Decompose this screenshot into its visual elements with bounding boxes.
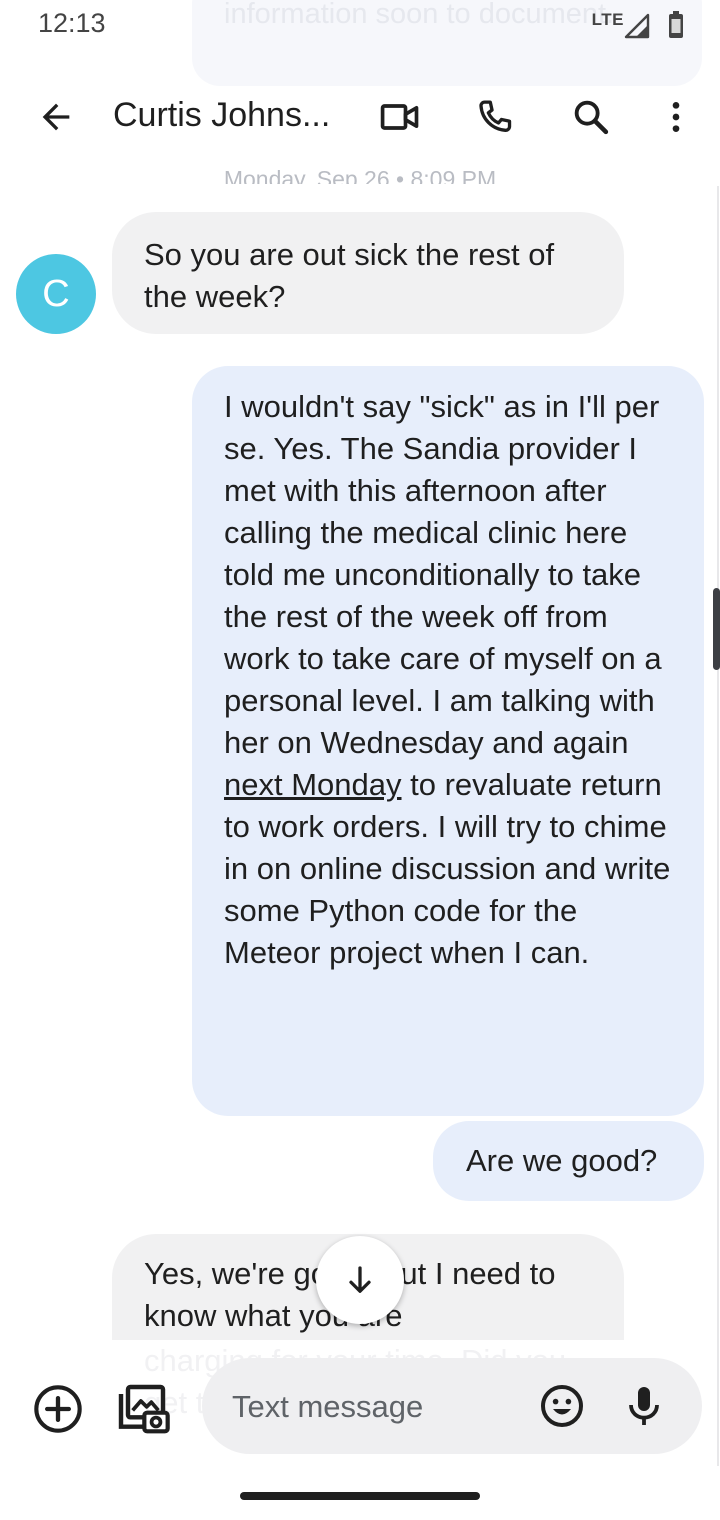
contact-name[interactable]: Curtis Johns... xyxy=(113,96,363,135)
message-text: I wouldn't say "sick" as in I'll per se.… xyxy=(224,389,662,760)
incoming-message[interactable]: So you are out sick the rest of the week… xyxy=(112,212,624,334)
message-timestamp: Monday, Sep 26 • 8:09 PM xyxy=(223,166,497,184)
gallery-camera-button[interactable] xyxy=(114,1380,170,1436)
arrow-down-icon xyxy=(349,1266,371,1293)
scrollbar-track xyxy=(717,186,719,1466)
message-text: So you are out sick the rest of the week… xyxy=(144,237,555,314)
back-arrow-icon xyxy=(42,103,70,131)
message-text: Are we good? xyxy=(466,1143,658,1178)
add-attachment-button[interactable] xyxy=(32,1383,84,1435)
more-vert-icon xyxy=(672,102,680,132)
outgoing-message[interactable]: Are we good? xyxy=(433,1121,704,1201)
battery-icon xyxy=(669,11,683,38)
network-type: LTE xyxy=(591,10,624,29)
status-clock: 12:13 xyxy=(38,8,106,38)
video-call-icon xyxy=(380,104,419,130)
signal-icon xyxy=(624,13,650,39)
phone-icon xyxy=(479,100,512,132)
scroll-to-bottom-button[interactable] xyxy=(316,1236,404,1324)
outgoing-message[interactable]: I wouldn't say "sick" as in I'll per se.… xyxy=(192,366,704,1116)
compose-bar xyxy=(202,1358,702,1456)
search-icon xyxy=(574,100,609,135)
microphone-icon[interactable] xyxy=(620,1382,668,1430)
video-call-button[interactable] xyxy=(376,93,424,141)
text-message-input[interactable] xyxy=(230,1358,524,1456)
contact-avatar[interactable]: C xyxy=(16,254,96,334)
scrollbar-thumb[interactable] xyxy=(713,588,720,670)
more-options-button[interactable] xyxy=(652,93,700,141)
navigation-gesture-bar[interactable] xyxy=(240,1492,480,1500)
search-button[interactable] xyxy=(567,93,615,141)
back-button[interactable] xyxy=(32,93,80,141)
phone-call-button[interactable] xyxy=(471,93,519,141)
date-link[interactable]: next Monday xyxy=(224,767,402,802)
emoji-icon[interactable] xyxy=(538,1382,586,1430)
